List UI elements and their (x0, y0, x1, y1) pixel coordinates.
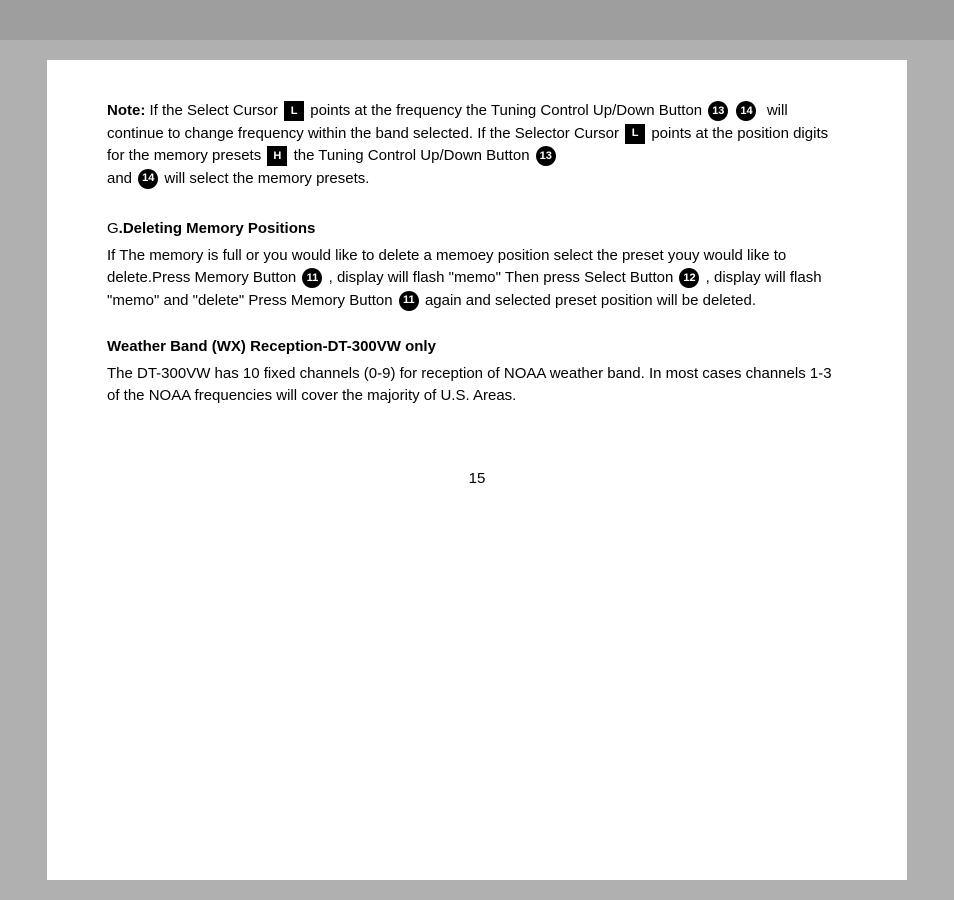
badge-14b: 14 (138, 169, 158, 189)
top-bar (0, 0, 954, 40)
page-container: Note: If the Select Cursor L points at t… (47, 60, 907, 880)
deleting-text2: , display will flash "memo" Then press S… (329, 269, 674, 286)
note-text5: the Tuning Control Up/Down Button (294, 147, 530, 164)
deleting-text4: again and selected preset position will … (425, 292, 756, 309)
deleting-heading: G.Deleting Memory Positions (107, 218, 847, 241)
heading-prefix: G (107, 220, 119, 237)
note-section: Note: If the Select Cursor L points at t… (107, 100, 847, 190)
note-text7: will select the memory presets. (164, 170, 369, 187)
badge-H: H (267, 146, 287, 166)
weather-heading: Weather Band (WX) Reception-DT-300VW onl… (107, 336, 847, 359)
note-paragraph: Note: If the Select Cursor L points at t… (107, 100, 847, 190)
badge-11a: 11 (302, 268, 322, 288)
deleting-paragraph: If The memory is full or you would like … (107, 245, 847, 313)
note-text1: If the Select Cursor (145, 102, 278, 119)
badge-12: 12 (679, 268, 699, 288)
weather-section: Weather Band (WX) Reception-DT-300VW onl… (107, 336, 847, 408)
note-text6: and (107, 170, 132, 187)
heading-bold: .Deleting Memory Positions (119, 220, 316, 237)
badge-13b: 13 (536, 146, 556, 166)
badge-L2: L (625, 124, 645, 144)
deleting-section: G.Deleting Memory Positions If The memor… (107, 218, 847, 312)
badge-L1: L (284, 101, 304, 121)
note-bold-label: Note: (107, 102, 145, 119)
weather-paragraph: The DT-300VW has 10 fixed channels (0-9)… (107, 363, 847, 408)
badge-14: 14 (736, 101, 756, 121)
page-number: 15 (107, 468, 847, 491)
badge-11b: 11 (399, 291, 419, 311)
note-text2: points at the frequency the Tuning Contr… (310, 102, 702, 119)
badge-13: 13 (708, 101, 728, 121)
